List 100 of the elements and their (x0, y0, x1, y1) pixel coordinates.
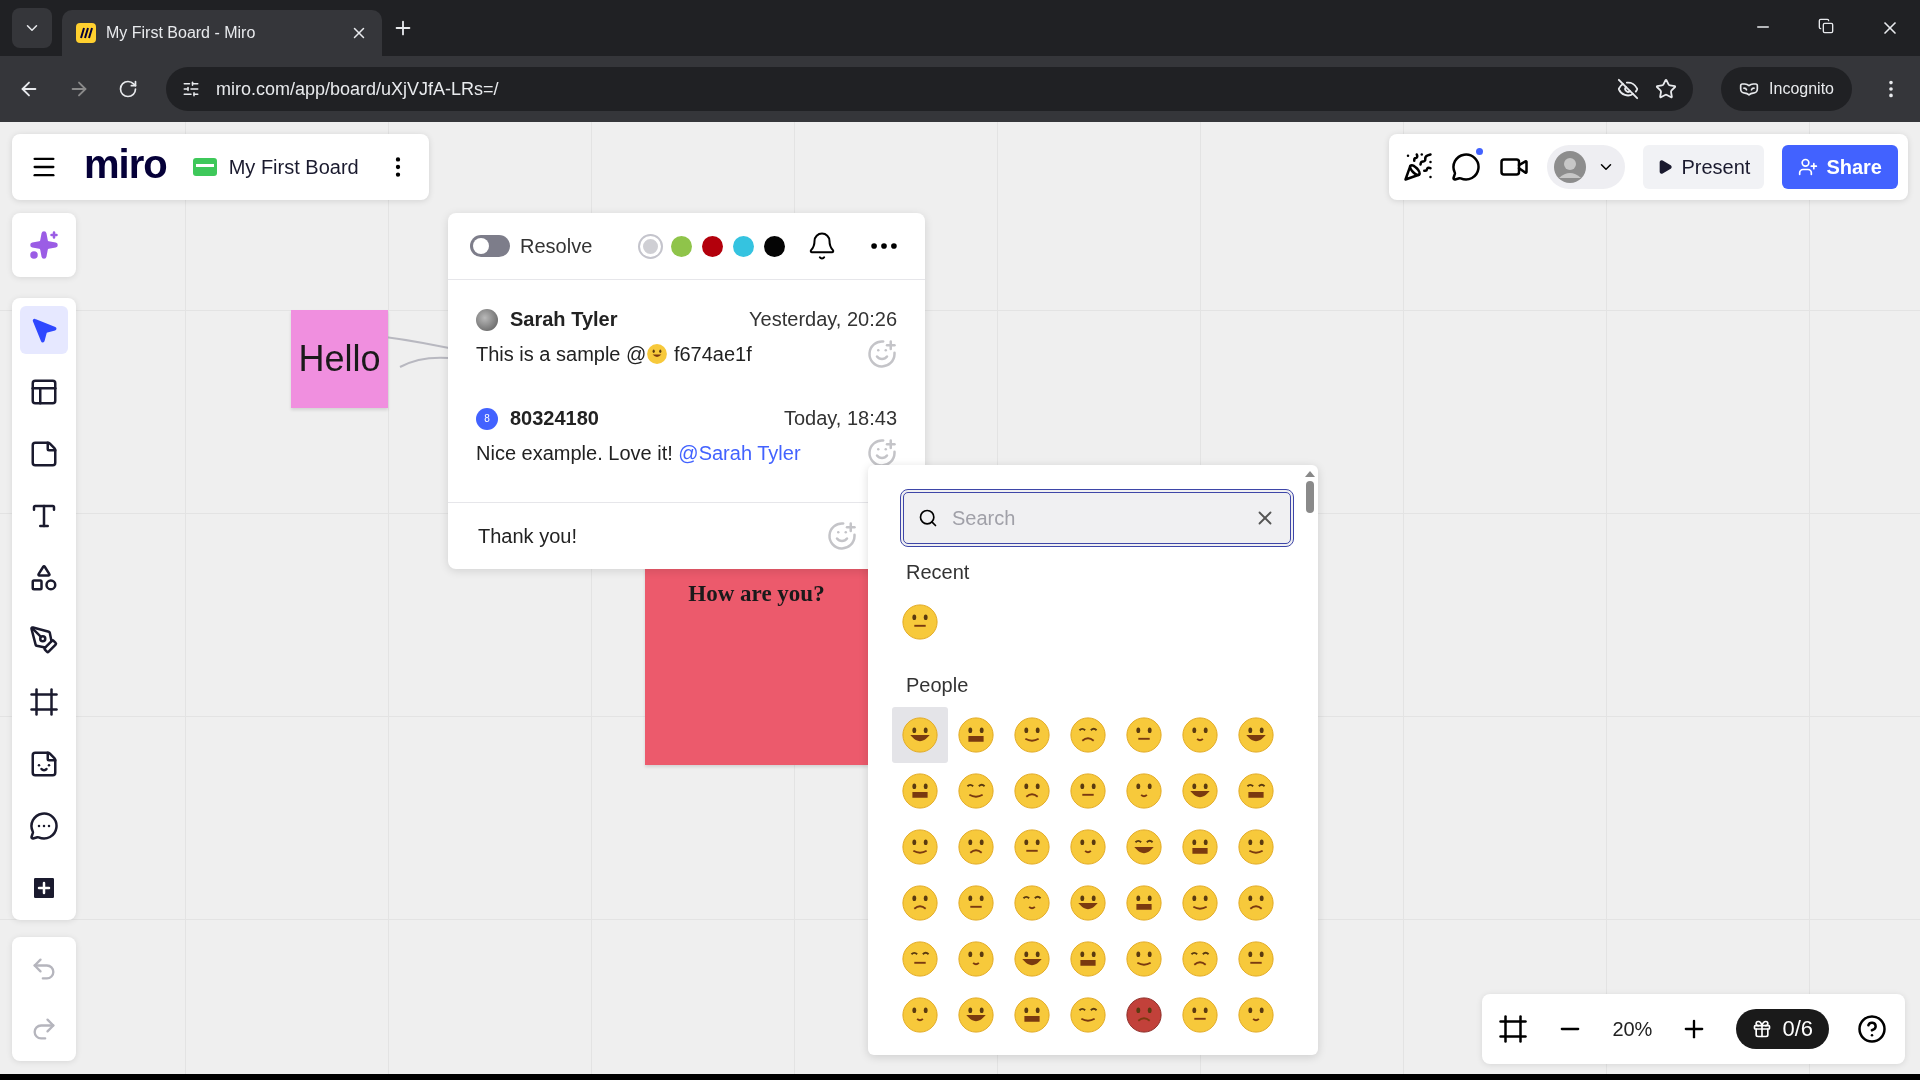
board-icon (192, 158, 217, 176)
bell-icon[interactable] (807, 231, 837, 261)
smiley-icon[interactable] (1125, 772, 1163, 810)
color-dot[interactable] (671, 235, 692, 257)
fit-frame-icon[interactable] (1498, 1014, 1529, 1044)
frame-icon (29, 687, 59, 717)
smiley-icon[interactable] (1069, 884, 1107, 922)
smiley-icon[interactable] (1069, 996, 1107, 1034)
smiley-icon[interactable] (1237, 940, 1275, 978)
bookmark-star-icon[interactable] (1655, 78, 1678, 100)
smiley-icon[interactable] (1069, 716, 1107, 754)
color-dot[interactable] (733, 235, 754, 257)
smiley-icon[interactable] (1013, 772, 1051, 810)
smiley-icon[interactable] (1237, 716, 1275, 754)
url-text: miro.com/app/board/uXjVJfA-LRs=/ (216, 78, 500, 100)
smiley-icon[interactable] (957, 940, 995, 978)
smiley-icon[interactable] (1125, 716, 1163, 754)
smiley-icon[interactable] (957, 828, 995, 866)
restore-icon[interactable] (1818, 18, 1834, 34)
pen-icon (29, 625, 59, 655)
search-input[interactable]: Search (950, 505, 1242, 531)
mention-link[interactable]: @Sarah Tyler (678, 441, 801, 465)
smiley-icon[interactable] (901, 940, 939, 978)
smiley-icon[interactable] (1237, 996, 1275, 1034)
comment-text: Nice example. Love it! (476, 441, 674, 465)
resolve-toggle[interactable] (470, 235, 510, 257)
smiley-icon[interactable] (1181, 940, 1219, 978)
reload-icon[interactable] (118, 79, 138, 99)
user-plus-icon (1798, 157, 1819, 177)
help-icon[interactable] (1857, 1014, 1887, 1044)
smiley-icon[interactable] (901, 603, 939, 641)
gifts-button[interactable]: 0/6 (1736, 1009, 1829, 1049)
board-name[interactable]: My First Board (228, 155, 359, 179)
smiley-icon[interactable] (1181, 996, 1219, 1034)
smiley-icon[interactable] (1237, 772, 1275, 810)
color-dot[interactable] (702, 235, 723, 257)
chat-icon[interactable] (1451, 152, 1482, 182)
smiley-icon[interactable] (1069, 940, 1107, 978)
smiley-icon[interactable] (1125, 940, 1163, 978)
comment-text: f674ae1f (672, 342, 752, 366)
smiley-icon[interactable] (1181, 828, 1219, 866)
party-popper-icon[interactable] (1403, 152, 1434, 182)
sticky-note[interactable]: Hello (291, 310, 388, 408)
comment-time: Yesterday, 20:26 (749, 308, 897, 331)
smiley-icon[interactable] (901, 772, 939, 810)
smiley-icon[interactable] (1013, 828, 1051, 866)
smiley-icon[interactable] (1125, 828, 1163, 866)
smiley-icon[interactable] (1013, 884, 1051, 922)
avatar-button[interactable] (1547, 145, 1626, 189)
smiley-icon[interactable] (1013, 940, 1051, 978)
smiley-icon (646, 343, 669, 365)
section-title: People (906, 674, 970, 697)
smiley-icon[interactable] (1237, 884, 1275, 922)
comment-text: This is a sample @ (476, 342, 647, 366)
smiley-icon[interactable] (957, 772, 995, 810)
comment-author: 80324180 (510, 407, 599, 430)
smiley-icon[interactable] (901, 996, 939, 1034)
avatar (476, 308, 498, 331)
smiley-icon[interactable] (901, 884, 939, 922)
smiley-icon[interactable] (1013, 996, 1051, 1034)
smiley-icon[interactable] (957, 884, 995, 922)
smiley-icon[interactable] (1181, 772, 1219, 810)
smiley-icon[interactable] (1181, 716, 1219, 754)
smiley-icon[interactable] (901, 828, 939, 866)
scroll-up-icon[interactable] (1305, 471, 1315, 477)
smiley-icon[interactable] (1013, 716, 1051, 754)
miro-logo[interactable]: miro (84, 141, 167, 187)
smiley-icon[interactable] (1069, 772, 1107, 810)
search-field[interactable]: Search (900, 489, 1294, 547)
color-dot[interactable] (764, 235, 785, 257)
eye-off-icon[interactable] (1617, 78, 1640, 100)
smiley-icon[interactable] (1181, 884, 1219, 922)
comment-author: Sarah Tyler (510, 308, 618, 331)
sticker-icon (29, 749, 59, 779)
zoom-level[interactable]: 20% (1612, 1017, 1653, 1041)
incognito-badge[interactable]: Incognito (1721, 67, 1852, 111)
avatar-icon (1553, 150, 1588, 184)
present-button[interactable]: Present (1643, 145, 1765, 189)
smiley-icon[interactable] (1237, 828, 1275, 866)
gift-icon (1752, 1019, 1773, 1039)
layout-icon (29, 377, 59, 407)
smiley-icon[interactable] (957, 716, 995, 754)
color-dot[interactable] (640, 235, 661, 257)
smiley-icon[interactable] (1069, 828, 1107, 866)
search-icon (918, 508, 938, 528)
smiley-icon[interactable] (957, 996, 995, 1034)
miro-logo-icon (76, 23, 96, 43)
address-bar[interactable]: miro.com/app/board/uXjVJfA-LRs=/ (166, 67, 1694, 111)
browser-tab[interactable]: My First Board - Miro (62, 10, 382, 56)
scrollbar-thumb[interactable] (1306, 481, 1314, 513)
smiley-icon[interactable] (1125, 884, 1163, 922)
share-button[interactable]: Share (1782, 145, 1898, 189)
site-settings-icon[interactable] (182, 80, 200, 98)
reply-field[interactable]: Thank you! (476, 523, 827, 549)
avatar: 8 (476, 407, 498, 430)
smiley-icon[interactable] (901, 716, 939, 754)
emoji-cell[interactable] (892, 707, 948, 763)
shapes-icon (29, 563, 59, 593)
smiley-icon[interactable] (1125, 996, 1163, 1034)
sparkles-icon[interactable] (29, 230, 59, 260)
